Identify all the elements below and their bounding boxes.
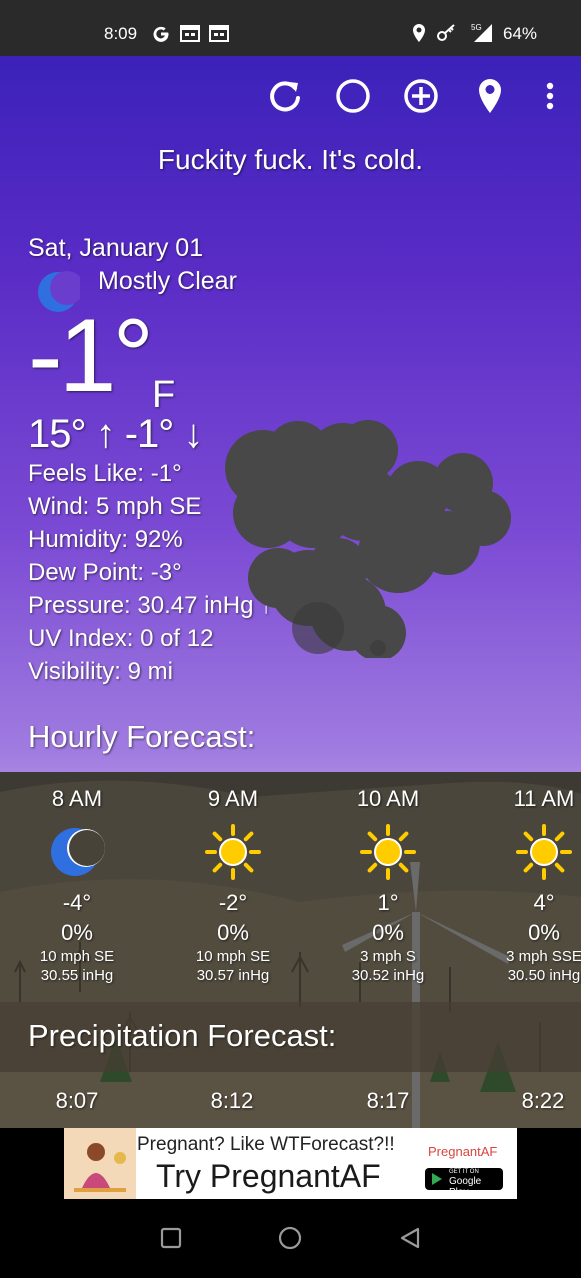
ad-headline: Pregnant? Like WTForecast?!! [137, 1134, 395, 1155]
battery-level: 64% [503, 24, 538, 43]
wind: Wind: 5 mph SE [28, 493, 202, 520]
hourly-precip-chance: 0% [61, 920, 93, 945]
hourly-item: 8 AM -4° 0% 10 mph SE 30.55 inHg [0, 786, 154, 984]
hourly-pressure: 30.50 inHg [507, 967, 581, 984]
play-badge-label: Google Play [449, 1176, 482, 1198]
ad-illustration [64, 1128, 136, 1199]
play-badge-small: GET IT ON [449, 1169, 479, 1175]
hourly-wind: 3 mph S [360, 948, 416, 965]
calendar-icon [209, 25, 229, 42]
dew-point: Dew Point: -3° [28, 559, 182, 586]
hourly-time: 11 AM [513, 786, 575, 811]
temperature-unit: F [152, 374, 176, 416]
hourly-forecast-title: Hourly Forecast: [28, 719, 256, 754]
more-vert-icon[interactable] [530, 76, 570, 116]
google-play-badge[interactable]: GET IT ON Google Play [425, 1168, 503, 1198]
home-icon[interactable] [277, 1225, 303, 1251]
status-time: 8:09 [104, 24, 138, 43]
weather-app: Fuckity fuck. It's cold. Sat, January 01… [0, 56, 581, 1128]
status-bar: 8:09 5G 64% [0, 0, 581, 56]
feels-like: Feels Like: -1° [28, 460, 182, 487]
ad-brand: PregnantAF [428, 1144, 498, 1159]
navigation-bar [0, 1199, 581, 1278]
cloud-icon [225, 420, 511, 658]
hourly-precip-chance: 0% [217, 920, 249, 945]
hourly-item: 11 AM 4° 0% 3 mph SSE 30.50 inHg [467, 786, 581, 984]
hourly-precip-chance: 0% [372, 920, 404, 945]
humidity: Humidity: 92% [28, 526, 183, 553]
hourly-time: 8 AM [51, 786, 103, 811]
moon-icon [51, 828, 105, 876]
network-label: 5G [471, 23, 482, 32]
precip-time: 8:12 [210, 1088, 254, 1113]
refresh-icon[interactable] [265, 76, 305, 116]
ad-cta: Try PregnantAF [156, 1158, 381, 1194]
sun-icon [516, 824, 572, 880]
precip-time: 8:07 [55, 1088, 99, 1113]
current-date: Sat, January 01 [28, 234, 204, 262]
location-icon [413, 24, 425, 42]
hourly-wind: 10 mph SE [195, 948, 271, 965]
uv-index: UV Index: 0 of 12 [28, 625, 214, 652]
signal-icon: 5G [471, 23, 492, 42]
hourly-pressure: 30.57 inHg [196, 967, 270, 984]
hourly-item: 10 AM 1° 0% 3 mph S 30.52 inHg [311, 786, 465, 984]
sun-icon [360, 824, 416, 880]
hourly-time: 9 AM [207, 786, 259, 811]
precipitation-forecast-title: Precipitation Forecast: [28, 1018, 337, 1053]
current-condition: Mostly Clear [98, 267, 237, 295]
hourly-item-inner: 11 AM 4° 0% 3 mph SSE 30.50 inHg [467, 786, 581, 984]
hourly-temp: 1° [377, 890, 399, 915]
ad-banner[interactable]: Pregnant? Like WTForecast?!! PregnantAF … [64, 1128, 517, 1199]
hourly-temp: -4° [62, 890, 92, 915]
recents-icon[interactable] [158, 1225, 184, 1251]
hourly-wind: 3 mph SSE [506, 948, 581, 965]
google-icon [153, 26, 169, 42]
play-store-icon [432, 1173, 442, 1185]
sun-icon [205, 824, 261, 880]
hourly-time: 10 AM [356, 786, 420, 811]
back-icon[interactable] [397, 1225, 423, 1251]
hourly-pressure: 30.55 inHg [40, 967, 114, 984]
hourly-temp: -2° [218, 890, 248, 915]
precip-time: 8:22 [521, 1088, 565, 1113]
headline: Fuckity fuck. It's cold. [157, 144, 424, 175]
hourly-wind: 10 mph SE [39, 948, 115, 965]
visibility: Visibility: 9 mi [28, 658, 173, 685]
high-low-temperature: 15° ↑ -1° ↓ [28, 412, 203, 456]
hourly-pressure: 30.52 inHg [351, 967, 425, 984]
precip-time: 8:17 [366, 1088, 410, 1113]
location-pin-icon[interactable] [470, 76, 510, 116]
key-icon [437, 24, 455, 41]
theme-icon[interactable] [333, 76, 373, 116]
calendar-icon [180, 25, 200, 42]
hourly-item: 9 AM -2° 0% 10 mph SE 30.57 inHg [156, 786, 310, 984]
current-temperature: -1° [28, 298, 154, 414]
hourly-precip-chance: 0% [528, 920, 560, 945]
hourly-temp: 4° [533, 890, 555, 915]
add-location-icon[interactable] [401, 76, 441, 116]
ad-image [64, 1128, 136, 1199]
